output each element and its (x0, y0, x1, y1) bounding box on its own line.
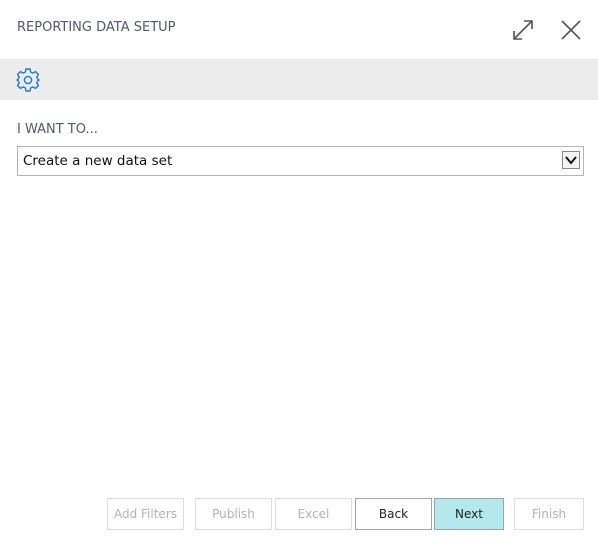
settings-button[interactable] (15, 67, 41, 93)
back-button[interactable]: Back (355, 498, 432, 530)
close-button[interactable] (560, 19, 582, 41)
publish-button[interactable]: Publish (195, 498, 272, 530)
dropdown-button[interactable] (562, 151, 580, 169)
add-filters-button[interactable]: Add Filters (107, 498, 184, 530)
expand-icon (513, 20, 533, 40)
expand-button[interactable] (511, 18, 535, 42)
i-want-to-label: I WANT TO... (17, 122, 98, 137)
action-bar (0, 59, 598, 100)
select-value: Create a new data set (23, 153, 173, 169)
close-icon (561, 20, 581, 40)
chevron-down-icon (565, 156, 577, 165)
gear-icon (16, 68, 40, 92)
next-button[interactable]: Next (434, 498, 504, 530)
excel-button[interactable]: Excel (275, 498, 352, 530)
dialog-title: REPORTING DATA SETUP (17, 20, 176, 35)
finish-button[interactable]: Finish (514, 498, 584, 530)
action-select[interactable]: Create a new data set (17, 146, 584, 176)
